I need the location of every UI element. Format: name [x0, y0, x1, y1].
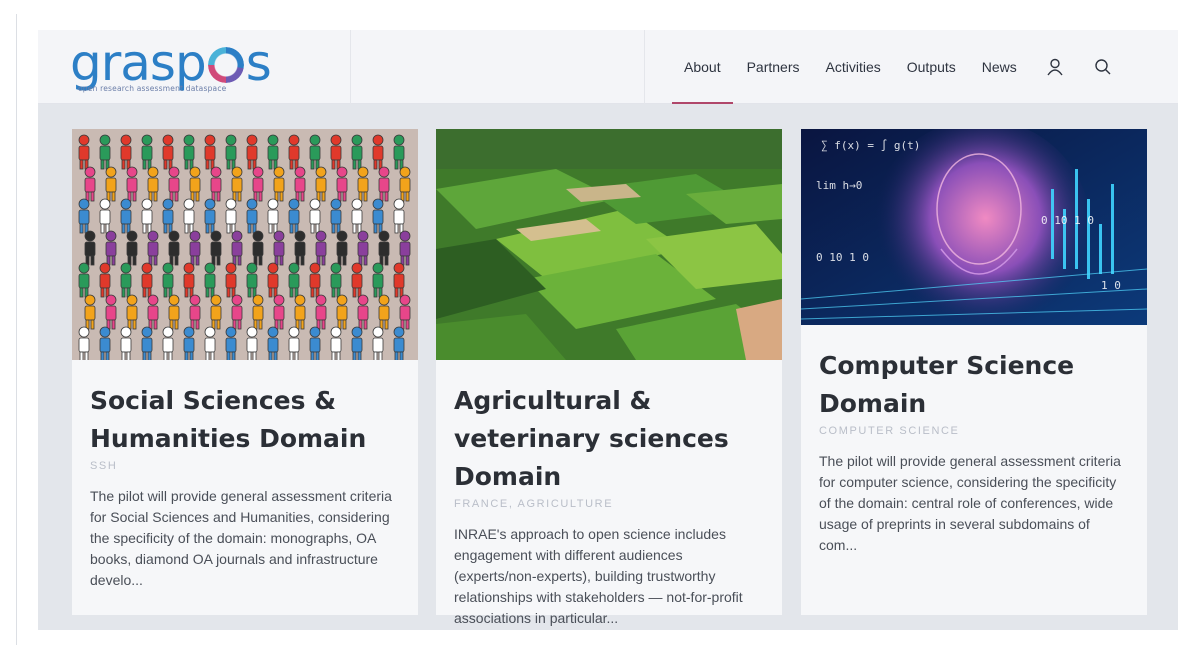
- card-body: Computer Science Domain COMPUTER SCIENCE…: [801, 325, 1147, 556]
- page-edge-rule: [16, 14, 17, 645]
- card-computer-science[interactable]: ∑ f(x) = ∫ g(t) lim h→0 0 10 1 0 0 10 1 …: [801, 129, 1147, 615]
- main-nav: About Partners Activities Outputs News: [672, 30, 1139, 104]
- card-title[interactable]: Social Sciences & Humanities Domain: [90, 382, 400, 458]
- card-body: Social Sciences & Humanities Domain SSH …: [72, 360, 418, 591]
- logo-link[interactable]: grasp s open research assessment dataspac…: [38, 30, 351, 104]
- logo-ring-icon: [207, 47, 244, 83]
- site-header: grasp s open research assessment dataspac…: [38, 30, 1178, 104]
- card-image-people-illustration[interactable]: [72, 129, 418, 360]
- card-tags: SSH: [90, 460, 118, 472]
- svg-text:lim h→0: lim h→0: [816, 179, 862, 192]
- card-image-digital-head[interactable]: ∑ f(x) = ∫ g(t) lim h→0 0 10 1 0 0 10 1 …: [801, 129, 1147, 325]
- card-excerpt: The pilot will provide general assessmen…: [90, 488, 392, 588]
- card-title[interactable]: Computer Science Domain: [819, 347, 1129, 423]
- svg-text:0 10 1 0: 0 10 1 0: [816, 251, 869, 264]
- card-tags: FRANCE, AGRICULTURE: [454, 498, 614, 510]
- site-frame: grasp s open research assessment dataspac…: [38, 30, 1178, 630]
- nav-about[interactable]: About: [672, 30, 733, 104]
- svg-text:1 0: 1 0: [1101, 279, 1121, 292]
- card-excerpt: INRAE's approach to open science include…: [454, 526, 743, 626]
- card-ssh[interactable]: Social Sciences & Humanities Domain SSH …: [72, 129, 418, 615]
- card-image-fields-aerial[interactable]: [436, 129, 782, 360]
- nav-outputs[interactable]: Outputs: [907, 30, 956, 104]
- card-excerpt: The pilot will provide general assessmen…: [819, 453, 1121, 553]
- search-icon[interactable]: [1091, 30, 1115, 104]
- user-icon[interactable]: [1043, 30, 1067, 104]
- nav-news[interactable]: News: [982, 30, 1017, 104]
- svg-text:0 10 1 0: 0 10 1 0: [1041, 214, 1094, 227]
- logo-tagline: open research assessment dataspace: [78, 84, 227, 93]
- nav-partners[interactable]: Partners: [747, 30, 800, 104]
- card-tags: COMPUTER SCIENCE: [819, 425, 960, 437]
- card-body: Agricultural & veterinary sciences Domai…: [436, 360, 782, 629]
- header-divider: [644, 30, 645, 104]
- card-title[interactable]: Agricultural & veterinary sciences Domai…: [454, 382, 764, 496]
- svg-text:∑ f(x) = ∫ g(t): ∑ f(x) = ∫ g(t): [821, 139, 920, 152]
- card-agriculture[interactable]: Agricultural & veterinary sciences Domai…: [436, 129, 782, 626]
- nav-activities[interactable]: Activities: [826, 30, 881, 104]
